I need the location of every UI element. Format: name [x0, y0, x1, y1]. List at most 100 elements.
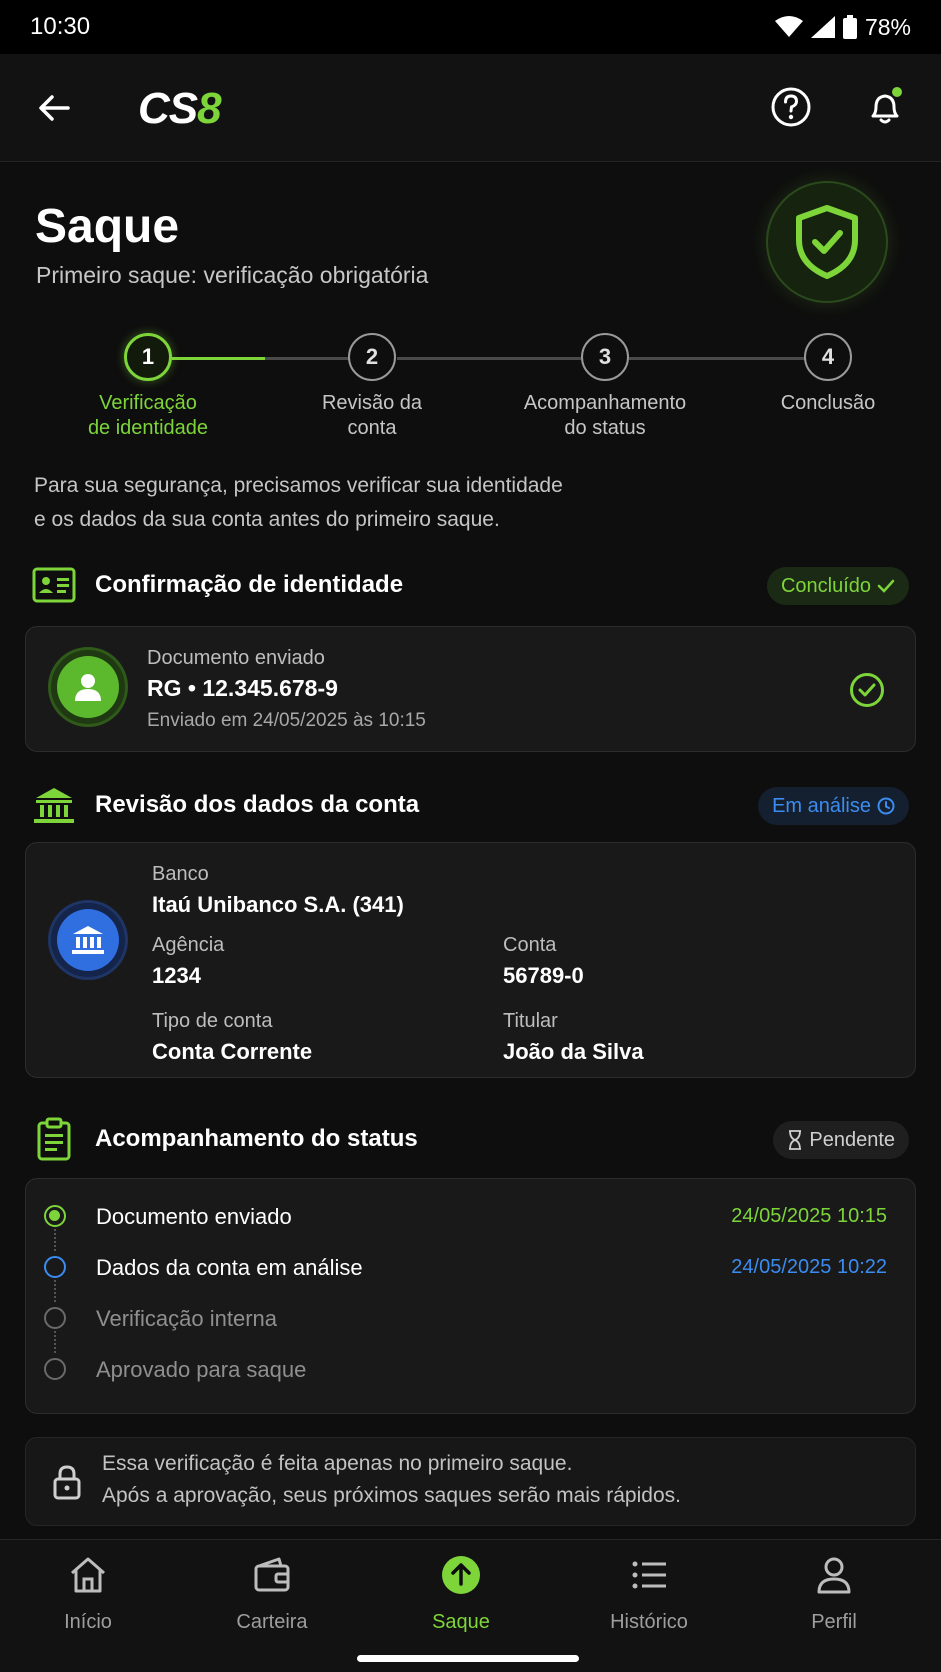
note-line: Essa verificação é feita apenas no prime… — [102, 1452, 573, 1475]
status-badge-completed: Concluído — [766, 567, 909, 605]
info-note: Essa verificação é feita apenas no prime… — [25, 1437, 916, 1526]
badge-text: Concluído — [780, 574, 871, 597]
bank-label: Banco — [152, 863, 209, 885]
identity-section-header: Confirmação de identidade Concluído — [0, 563, 941, 611]
help-icon[interactable] — [770, 86, 812, 128]
check-icon — [877, 579, 895, 593]
step-label-line: Conclusão — [780, 392, 876, 414]
clock-icon — [877, 797, 895, 815]
step-label-line: Revisão da — [321, 392, 423, 414]
avatar — [48, 647, 128, 727]
nav-home[interactable]: Início — [23, 1554, 153, 1634]
home-indicator[interactable] — [357, 1655, 579, 1662]
nav-label: Perfil — [811, 1611, 857, 1633]
nav-wallet[interactable]: Carteira — [207, 1554, 337, 1634]
step-1-identity: 1 Verificação de identidade — [38, 333, 258, 441]
app-bar: CS8 — [0, 54, 941, 162]
account-section-header: Revisão dos dados da conta Em análise — [0, 783, 941, 831]
check-circle-icon — [850, 673, 884, 707]
doc-type: RG — [147, 675, 182, 701]
notification-bell-icon[interactable] — [864, 86, 906, 128]
timeline-label: Dados da conta em análise — [96, 1255, 363, 1280]
status-badge-in-review: Em análise — [758, 787, 909, 825]
nav-withdraw[interactable]: Saque — [396, 1554, 526, 1634]
section-title: Revisão dos dados da conta — [95, 791, 420, 818]
timeline-label: Documento enviado — [96, 1204, 292, 1229]
user-icon — [817, 1557, 851, 1594]
bottom-navigation: Início Carteira Saque Histórico Perfil — [0, 1539, 941, 1672]
back-arrow-icon[interactable] — [34, 88, 74, 128]
nav-history[interactable]: Histórico — [584, 1554, 714, 1634]
signal-icon — [810, 16, 835, 38]
battery-percent: 78% — [864, 13, 911, 40]
step-label: Acompanhamento do status — [495, 391, 715, 441]
doc-sent-at: Enviado em 24/05/2025 às 10:15 — [147, 710, 426, 731]
nav-profile[interactable]: Perfil — [769, 1554, 899, 1634]
account-label: Conta — [503, 934, 557, 956]
doc-number: 12.345.678-9 — [202, 675, 338, 701]
clipboard-icon — [37, 1117, 71, 1161]
account-type-value: Conta Corrente — [152, 1039, 313, 1064]
nav-label: Histórico — [610, 1611, 688, 1633]
logo-accent: 8 — [197, 84, 222, 133]
page-title: Saque — [35, 200, 180, 253]
intro-text: Para sua segurança, precisamos verificar… — [34, 469, 654, 537]
main-content: Saque Primeiro saque: verificação obriga… — [0, 163, 941, 1539]
step-2-account-review: 2 Revisão da conta — [262, 333, 482, 441]
step-label: Revisão da conta — [262, 391, 482, 441]
battery-icon — [842, 15, 857, 39]
note-line: Após a aprovação, seus próximos saques s… — [102, 1484, 681, 1507]
bank-value: Itaú Unibanco S.A. (341) — [152, 892, 404, 917]
bank-icon — [72, 926, 104, 954]
account-value: 56789-0 — [503, 963, 584, 988]
section-title: Confirmação de identidade — [95, 571, 404, 598]
timeline-item: Dados da conta em análise 24/05/2025 10:… — [26, 1247, 915, 1287]
account-card: Banco Itaú Unibanco S.A. (341) Agência 1… — [25, 842, 916, 1078]
step-4-conclusion: 4 Conclusão — [718, 333, 938, 416]
bullet-separator: • — [187, 675, 203, 701]
nav-label: Saque — [432, 1611, 490, 1633]
step-label-line: conta — [347, 417, 397, 439]
timeline-date: 24/05/2025 10:22 — [731, 1256, 887, 1278]
badge-text: Pendente — [809, 1128, 895, 1151]
bank-icon — [34, 788, 74, 823]
account-type-label: Tipo de conta — [152, 1010, 273, 1032]
status-badge-pending: Pendente — [773, 1121, 909, 1159]
nav-label: Início — [64, 1611, 112, 1633]
step-3-status-tracking: 3 Acompanhamento do status — [495, 333, 715, 441]
holder-value: João da Silva — [503, 1039, 644, 1064]
wallet-icon — [254, 1557, 290, 1592]
timeline-label: Aprovado para saque — [96, 1357, 307, 1382]
status-section-header: Acompanhamento do status Pendente — [0, 1117, 941, 1165]
timeline-dot-pending — [44, 1358, 66, 1380]
status-time: 10:30 — [30, 13, 91, 40]
security-badge — [766, 181, 888, 303]
timeline-item: Verificação interna — [26, 1298, 915, 1338]
identity-card: Documento enviado RG • 12.345.678-9 Envi… — [25, 626, 916, 752]
intro-line: e os dados da sua conta antes do primeir… — [34, 508, 500, 531]
lock-icon — [53, 1465, 81, 1500]
timeline-dot-done — [44, 1205, 66, 1227]
agency-value: 1234 — [152, 963, 201, 988]
app-logo: CS8 — [138, 84, 222, 134]
section-title: Acompanhamento do status — [95, 1125, 418, 1152]
doc-value: RG • 12.345.678-9 — [147, 675, 338, 702]
step-label-line: Verificação — [99, 392, 197, 414]
wifi-icon — [774, 16, 803, 37]
step-number: 2 — [348, 333, 396, 381]
logo-text: CS — [138, 84, 198, 133]
timeline-item: Documento enviado 24/05/2025 10:15 — [26, 1196, 915, 1236]
badge-text: Em análise — [772, 794, 871, 817]
id-card-icon — [32, 567, 76, 603]
timeline-label: Verificação interna — [96, 1306, 277, 1331]
step-number: 1 — [124, 333, 172, 381]
agency-label: Agência — [152, 934, 225, 956]
intro-line: Para sua segurança, precisamos verificar… — [34, 474, 563, 497]
timeline-date: 24/05/2025 10:15 — [731, 1205, 887, 1227]
timeline-dot-pending — [44, 1307, 66, 1329]
step-number: 4 — [804, 333, 852, 381]
step-label: Verificação de identidade — [38, 391, 258, 441]
timeline-item: Aprovado para saque — [26, 1349, 915, 1389]
home-icon — [71, 1557, 105, 1593]
hourglass-icon — [789, 1130, 802, 1150]
